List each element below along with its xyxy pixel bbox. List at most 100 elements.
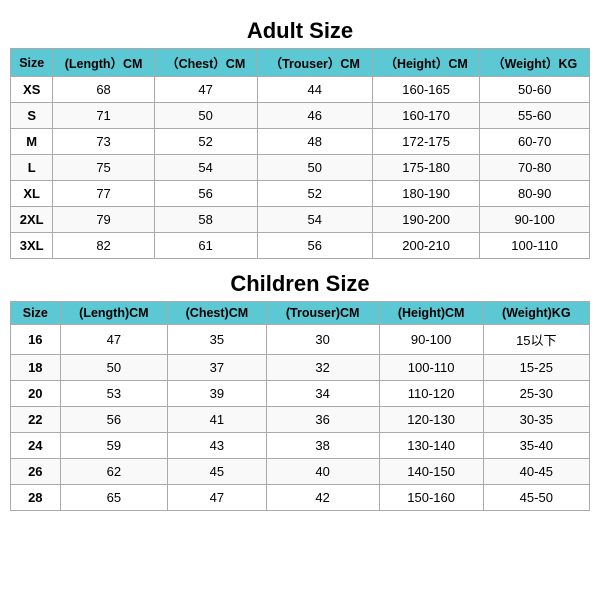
adult-cell: 54	[154, 155, 257, 181]
children-cell: 140-150	[379, 459, 483, 485]
children-header-cell: Size	[11, 302, 61, 325]
adult-cell: 82	[53, 233, 154, 259]
children-cell: 15以下	[483, 325, 589, 355]
children-cell: 47	[168, 485, 267, 511]
table-row: L755450175-18070-80	[11, 155, 590, 181]
adult-cell: 80-90	[480, 181, 590, 207]
children-cell: 34	[266, 381, 379, 407]
adult-cell: 73	[53, 129, 154, 155]
children-cell: 40-45	[483, 459, 589, 485]
adult-cell: 3XL	[11, 233, 53, 259]
children-cell: 16	[11, 325, 61, 355]
adult-cell: XL	[11, 181, 53, 207]
adult-cell: M	[11, 129, 53, 155]
adult-cell: 100-110	[480, 233, 590, 259]
adult-cell: 172-175	[372, 129, 480, 155]
adult-size-table: Size(Length）CM（Chest）CM（Trouser）CM（Heigh…	[10, 48, 590, 259]
children-cell: 39	[168, 381, 267, 407]
children-cell: 130-140	[379, 433, 483, 459]
adult-cell: 60-70	[480, 129, 590, 155]
adult-cell: 70-80	[480, 155, 590, 181]
adult-cell: 56	[154, 181, 257, 207]
adult-cell: 71	[53, 103, 154, 129]
adult-cell: 200-210	[372, 233, 480, 259]
children-cell: 22	[11, 407, 61, 433]
children-cell: 37	[168, 355, 267, 381]
children-cell: 50	[60, 355, 168, 381]
adult-cell: 46	[257, 103, 372, 129]
children-cell: 30-35	[483, 407, 589, 433]
children-cell: 150-160	[379, 485, 483, 511]
adult-cell: 190-200	[372, 207, 480, 233]
adult-header-cell: （Trouser）CM	[257, 49, 372, 77]
children-cell: 35	[168, 325, 267, 355]
children-cell: 25-30	[483, 381, 589, 407]
children-size-table: Size(Length)CM(Chest)CM(Trouser)CM(Heigh…	[10, 301, 590, 511]
table-row: 20533934110-12025-30	[11, 381, 590, 407]
children-cell: 28	[11, 485, 61, 511]
adult-cell: S	[11, 103, 53, 129]
adult-cell: 50	[257, 155, 372, 181]
adult-cell: 160-165	[372, 77, 480, 103]
children-cell: 36	[266, 407, 379, 433]
table-row: S715046160-17055-60	[11, 103, 590, 129]
children-cell: 100-110	[379, 355, 483, 381]
adult-cell: 58	[154, 207, 257, 233]
children-cell: 18	[11, 355, 61, 381]
table-row: 26624540140-15040-45	[11, 459, 590, 485]
children-cell: 56	[60, 407, 168, 433]
children-cell: 20	[11, 381, 61, 407]
children-cell: 26	[11, 459, 61, 485]
table-row: 22564136120-13030-35	[11, 407, 590, 433]
children-cell: 53	[60, 381, 168, 407]
children-cell: 65	[60, 485, 168, 511]
adult-header-cell: （Chest）CM	[154, 49, 257, 77]
adult-cell: 79	[53, 207, 154, 233]
adult-cell: 55-60	[480, 103, 590, 129]
children-title: Children Size	[230, 271, 369, 297]
children-header-cell: (Chest)CM	[168, 302, 267, 325]
children-header-cell: (Weight)KG	[483, 302, 589, 325]
children-cell: 30	[266, 325, 379, 355]
table-row: 24594338130-14035-40	[11, 433, 590, 459]
adult-header-cell: （Weight）KG	[480, 49, 590, 77]
adult-cell: 68	[53, 77, 154, 103]
adult-cell: 180-190	[372, 181, 480, 207]
table-row: 1647353090-10015以下	[11, 325, 590, 355]
children-cell: 110-120	[379, 381, 483, 407]
children-cell: 120-130	[379, 407, 483, 433]
adult-cell: 75	[53, 155, 154, 181]
adult-cell: 50	[154, 103, 257, 129]
adult-cell: 50-60	[480, 77, 590, 103]
adult-cell: 90-100	[480, 207, 590, 233]
children-header-cell: (Length)CM	[60, 302, 168, 325]
table-row: 3XL826156200-210100-110	[11, 233, 590, 259]
adult-cell: XS	[11, 77, 53, 103]
adult-cell: 77	[53, 181, 154, 207]
children-cell: 15-25	[483, 355, 589, 381]
children-cell: 47	[60, 325, 168, 355]
adult-header-cell: Size	[11, 49, 53, 77]
adult-cell: L	[11, 155, 53, 181]
table-row: 18503732100-11015-25	[11, 355, 590, 381]
children-cell: 59	[60, 433, 168, 459]
children-cell: 43	[168, 433, 267, 459]
children-cell: 35-40	[483, 433, 589, 459]
adult-title: Adult Size	[247, 18, 353, 44]
adult-cell: 2XL	[11, 207, 53, 233]
children-header-cell: (Trouser)CM	[266, 302, 379, 325]
children-cell: 32	[266, 355, 379, 381]
children-cell: 24	[11, 433, 61, 459]
children-cell: 40	[266, 459, 379, 485]
children-header-cell: (Height)CM	[379, 302, 483, 325]
table-row: XS684744160-16550-60	[11, 77, 590, 103]
adult-cell: 48	[257, 129, 372, 155]
adult-cell: 52	[154, 129, 257, 155]
children-cell: 45	[168, 459, 267, 485]
children-cell: 45-50	[483, 485, 589, 511]
adult-cell: 47	[154, 77, 257, 103]
children-cell: 90-100	[379, 325, 483, 355]
adult-cell: 175-180	[372, 155, 480, 181]
table-row: M735248172-17560-70	[11, 129, 590, 155]
children-cell: 41	[168, 407, 267, 433]
